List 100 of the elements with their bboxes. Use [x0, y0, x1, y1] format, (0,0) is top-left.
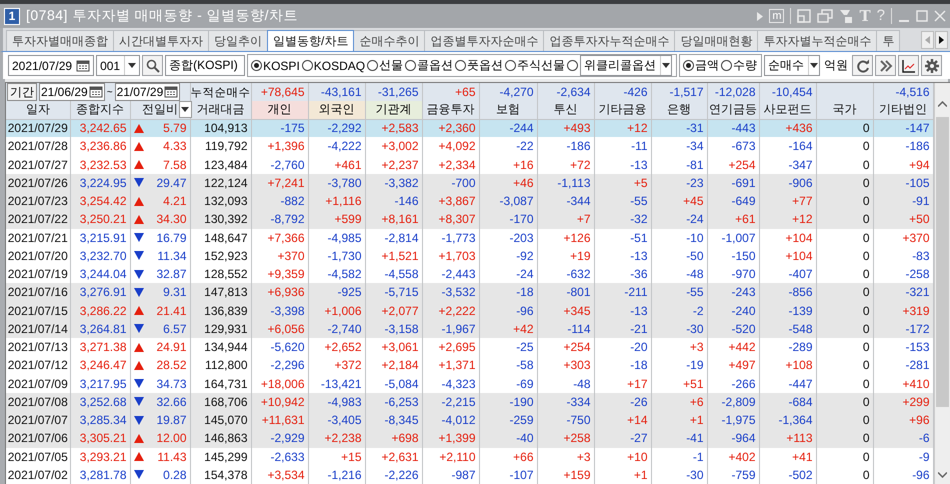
- name-field[interactable]: 종합(KOSPI): [165, 55, 246, 76]
- column-header[interactable]: 거래대금: [190, 101, 252, 119]
- table-cell: -170: [479, 210, 538, 228]
- tab[interactable]: 일별동향/차트: [267, 30, 354, 51]
- table-cell: +6,936: [251, 283, 308, 302]
- range-separator: ~: [106, 86, 113, 98]
- table-cell: +19: [537, 246, 594, 265]
- code-combo[interactable]: 001: [96, 55, 140, 76]
- tab[interactable]: 업종투자자누적순매수: [543, 30, 676, 51]
- table-cell: -1,773: [422, 228, 480, 247]
- table-cell: 0: [816, 246, 874, 265]
- table-cell: -41: [651, 429, 708, 448]
- table-cell: 0: [816, 448, 874, 466]
- table-cell: -30: [651, 320, 708, 338]
- table-cell: +599: [308, 210, 366, 228]
- date-field[interactable]: 2021/07/29: [8, 55, 94, 76]
- column-header[interactable]: 투신: [537, 101, 594, 119]
- from-date-field[interactable]: 21/06/29: [39, 83, 105, 101]
- window-badge: 1: [4, 8, 20, 24]
- tab[interactable]: 당일매매현황: [674, 30, 758, 51]
- table-cell: +493: [537, 119, 594, 138]
- column-header[interactable]: 금융투자: [422, 101, 480, 119]
- table-cell: +2,222: [422, 302, 480, 320]
- column-header[interactable]: 보험: [479, 101, 538, 119]
- index-cell: 3,236.86: [70, 137, 130, 156]
- table-cell: +2,110: [422, 448, 480, 466]
- table-cell: -83: [873, 246, 934, 265]
- table-cell: -91: [873, 192, 934, 210]
- tab[interactable]: 당일추이: [208, 30, 268, 51]
- change-cell: 11.43: [157, 450, 187, 464]
- tab[interactable]: 투자자별누적순매수: [757, 30, 878, 51]
- change-cell: 6.57: [163, 322, 187, 336]
- total-cell: +78,645: [251, 83, 308, 101]
- column-header[interactable]: 기타법인: [873, 101, 934, 119]
- radio-label[interactable]: 주식선물: [517, 57, 566, 74]
- column-header[interactable]: 종합지수: [70, 101, 130, 119]
- table-cell: +3: [651, 338, 708, 356]
- total-label: 누적순매수: [190, 83, 252, 101]
- change-cell: 24.91: [156, 340, 187, 354]
- table-cell: +11,631: [251, 411, 308, 430]
- date-cell: 2021/07/05: [6, 448, 70, 466]
- table-cell: +15: [308, 448, 366, 466]
- column-header[interactable]: 국가: [816, 101, 874, 119]
- table-cell: -9: [873, 448, 934, 466]
- table-cell: -1,364: [759, 411, 816, 430]
- table-cell: +1,521: [365, 246, 422, 265]
- column-header[interactable]: 기타금융: [594, 101, 652, 119]
- column-header[interactable]: 은행: [651, 101, 708, 119]
- table-cell: -5,715: [365, 283, 422, 302]
- tab[interactable]: 업종별투자자순매수: [424, 30, 544, 51]
- table-cell: -2,814: [365, 228, 422, 247]
- unit-label: 억원: [823, 57, 850, 74]
- date-cell: 2021/07/22: [6, 210, 70, 228]
- radio-label[interactable]: 풋옵션: [467, 57, 504, 74]
- column-header[interactable]: 사모펀드: [759, 101, 816, 119]
- radio-label[interactable]: KOSDAQ: [314, 58, 366, 72]
- tab[interactable]: 순매수추이: [353, 30, 426, 51]
- mode-combo[interactable]: 순매수: [764, 55, 820, 76]
- table-cell: -13: [594, 246, 652, 265]
- index-cell: 3,264.81: [70, 320, 130, 338]
- radio-label[interactable]: 콜옵션: [417, 57, 454, 74]
- to-date-field[interactable]: 21/07/29: [114, 83, 180, 101]
- table-cell: -25: [479, 338, 538, 356]
- table-cell: -649: [707, 192, 760, 210]
- amount-cell: 129,931: [190, 320, 252, 338]
- radio-label[interactable]: 금액: [695, 57, 720, 74]
- total-cell: -426: [594, 83, 652, 101]
- table-cell: -925: [308, 283, 366, 302]
- table-cell: -6: [873, 429, 934, 448]
- column-header[interactable]: 개인: [251, 101, 308, 119]
- index-cell: 3,215.91: [70, 228, 130, 247]
- column-header[interactable]: 일자: [6, 101, 70, 119]
- option-combo[interactable]: 위클리콜옵션: [580, 55, 672, 76]
- column-header[interactable]: 기관계: [365, 101, 422, 119]
- table-cell: -190: [479, 392, 538, 411]
- radio-label[interactable]: 선물: [379, 57, 404, 74]
- tab[interactable]: 시간대별투자자: [113, 30, 209, 51]
- table-cell: -289: [759, 338, 816, 356]
- index-cell: 3,250.21: [70, 210, 130, 228]
- table-cell: +436: [759, 119, 816, 138]
- tab[interactable]: 투자자별매매종합: [6, 30, 114, 51]
- table-cell: +3,867: [422, 192, 480, 210]
- table-cell: -987: [422, 466, 480, 484]
- tab[interactable]: 투: [876, 30, 900, 51]
- column-header[interactable]: 연기금등: [707, 101, 760, 119]
- table-cell: +1,116: [308, 192, 366, 210]
- table-cell: +108: [759, 356, 816, 374]
- table-cell: -153: [873, 338, 934, 356]
- column-header[interactable]: 외국인: [308, 101, 366, 119]
- change-cell: 4.33: [163, 139, 187, 154]
- radio-label[interactable]: KOSPI: [263, 58, 300, 72]
- table-cell: -1,967: [422, 320, 480, 338]
- table-cell: -906: [759, 174, 816, 192]
- radio-label[interactable]: 수량: [733, 57, 758, 74]
- table-cell: 0: [816, 392, 874, 411]
- total-cell: -2,634: [537, 83, 594, 101]
- table-cell: -240: [707, 302, 760, 320]
- table-cell: 0: [816, 283, 874, 302]
- table-cell: +41: [759, 448, 816, 466]
- table-cell: +8,307: [422, 210, 480, 228]
